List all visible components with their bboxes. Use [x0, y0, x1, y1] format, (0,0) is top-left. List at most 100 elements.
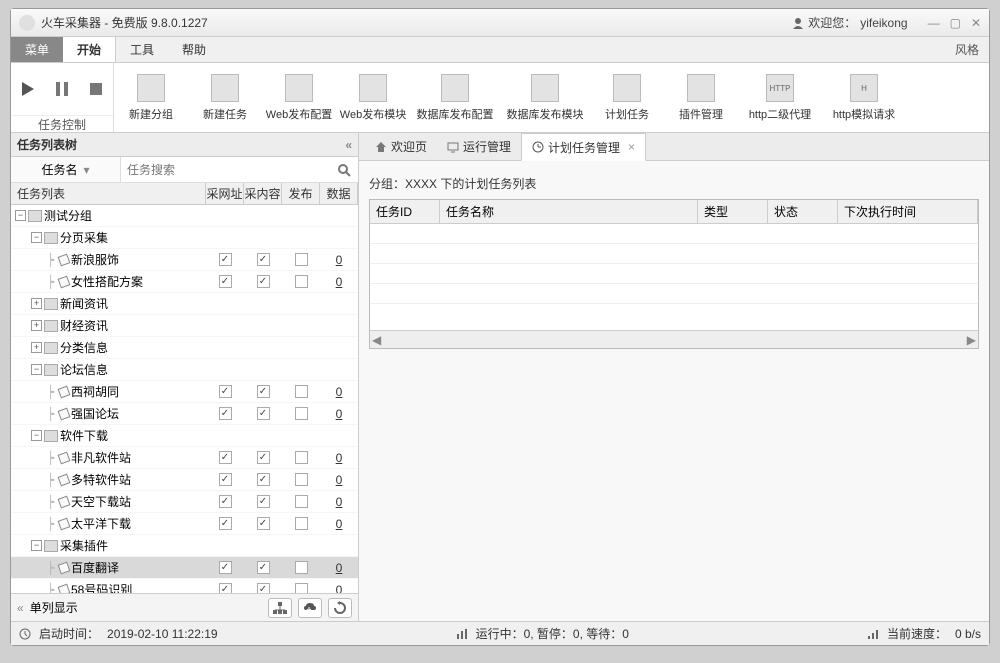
- tree-row[interactable]: −采集插件: [11, 535, 358, 557]
- grid-col-type[interactable]: 类型: [698, 200, 768, 223]
- play-button[interactable]: [11, 63, 45, 115]
- checkbox[interactable]: [295, 253, 308, 266]
- plan-task-button[interactable]: 计划任务: [590, 63, 664, 133]
- checkbox[interactable]: [295, 407, 308, 420]
- checkbox[interactable]: ✓: [257, 495, 270, 508]
- data-count-link[interactable]: 0: [336, 517, 343, 531]
- web-publish-config-button[interactable]: Web发布配置: [262, 63, 336, 133]
- menu-app[interactable]: 菜单: [11, 37, 63, 62]
- http-proxy-button[interactable]: HTTPhttp二级代理: [738, 63, 822, 133]
- http-simulate-button[interactable]: Hhttp模拟请求: [822, 63, 906, 133]
- tree-toggle[interactable]: +: [31, 342, 42, 353]
- checkbox[interactable]: ✓: [257, 385, 270, 398]
- checkbox[interactable]: ✓: [219, 275, 232, 288]
- close-button[interactable]: ✕: [971, 16, 981, 30]
- tab-welcome[interactable]: 欢迎页: [365, 133, 437, 160]
- checkbox[interactable]: ✓: [219, 407, 232, 420]
- checkbox[interactable]: [295, 583, 308, 593]
- data-count-link[interactable]: 0: [336, 275, 343, 289]
- tree-row[interactable]: ┝百度翻译✓✓0: [11, 557, 358, 579]
- new-task-button[interactable]: 新建任务: [188, 63, 262, 133]
- checkbox[interactable]: [295, 385, 308, 398]
- tab-plan-mgmt[interactable]: 计划任务管理 ×: [521, 133, 646, 161]
- checkbox[interactable]: ✓: [219, 561, 232, 574]
- data-count-link[interactable]: 0: [336, 561, 343, 575]
- tree-toggle[interactable]: −: [31, 540, 42, 551]
- data-count-link[interactable]: 0: [336, 253, 343, 267]
- checkbox[interactable]: [295, 451, 308, 464]
- checkbox[interactable]: ✓: [257, 517, 270, 530]
- db-publish-module-button[interactable]: 数据库发布模块: [500, 63, 590, 133]
- tree-row[interactable]: −分页采集: [11, 227, 358, 249]
- search-type-combo[interactable]: 任务名: [11, 157, 121, 182]
- checkbox[interactable]: ✓: [257, 407, 270, 420]
- checkbox[interactable]: ✓: [257, 253, 270, 266]
- task-tree[interactable]: −测试分组−分页采集┝新浪服饰✓✓0┝女性搭配方案✓✓0+新闻资讯+财经资讯+分…: [11, 205, 358, 593]
- checkbox[interactable]: ✓: [257, 583, 270, 593]
- menu-tools[interactable]: 工具: [116, 37, 168, 62]
- checkbox[interactable]: ✓: [219, 385, 232, 398]
- data-count-link[interactable]: 0: [336, 495, 343, 509]
- data-count-link[interactable]: 0: [336, 583, 343, 594]
- checkbox[interactable]: [295, 495, 308, 508]
- checkbox[interactable]: ✓: [219, 253, 232, 266]
- tree-toggle[interactable]: −: [15, 210, 26, 221]
- expand-sidebar-button[interactable]: «: [17, 601, 24, 615]
- tree-row[interactable]: −软件下载: [11, 425, 358, 447]
- data-count-link[interactable]: 0: [336, 407, 343, 421]
- stop-button[interactable]: [79, 63, 113, 115]
- cloud-download-button[interactable]: [298, 598, 322, 618]
- maximize-button[interactable]: ▢: [950, 16, 961, 30]
- tree-row[interactable]: ┝新浪服饰✓✓0: [11, 249, 358, 271]
- data-count-link[interactable]: 0: [336, 473, 343, 487]
- db-publish-config-button[interactable]: 数据库发布配置: [410, 63, 500, 133]
- checkbox[interactable]: [295, 275, 308, 288]
- menu-help[interactable]: 帮助: [168, 37, 220, 62]
- search-input[interactable]: [121, 157, 330, 182]
- grid-col-nextrun[interactable]: 下次执行时间: [838, 200, 978, 223]
- tree-row[interactable]: +新闻资讯: [11, 293, 358, 315]
- col-url[interactable]: 采网址: [206, 183, 244, 204]
- pause-button[interactable]: [45, 63, 79, 115]
- search-button[interactable]: [330, 157, 358, 182]
- menu-start[interactable]: 开始: [63, 37, 116, 62]
- checkbox[interactable]: ✓: [257, 561, 270, 574]
- tree-row[interactable]: ┝强国论坛✓✓0: [11, 403, 358, 425]
- checkbox[interactable]: [295, 517, 308, 530]
- grid-col-status[interactable]: 状态: [768, 200, 838, 223]
- tree-toggle[interactable]: +: [31, 320, 42, 331]
- checkbox[interactable]: ✓: [219, 583, 232, 593]
- tree-row[interactable]: ┝天空下载站✓✓0: [11, 491, 358, 513]
- col-publish[interactable]: 发布: [282, 183, 320, 204]
- checkbox[interactable]: ✓: [257, 451, 270, 464]
- grid-col-name[interactable]: 任务名称: [440, 200, 698, 223]
- tree-toggle[interactable]: +: [31, 298, 42, 309]
- col-name[interactable]: 任务列表: [11, 183, 206, 204]
- tree-row[interactable]: +财经资讯: [11, 315, 358, 337]
- refresh-button[interactable]: [328, 598, 352, 618]
- checkbox[interactable]: ✓: [257, 275, 270, 288]
- checkbox[interactable]: ✓: [219, 451, 232, 464]
- tree-row[interactable]: ┝女性搭配方案✓✓0: [11, 271, 358, 293]
- tree-toggle[interactable]: −: [31, 232, 42, 243]
- new-group-button[interactable]: 新建分组: [114, 63, 188, 133]
- checkbox[interactable]: ✓: [257, 473, 270, 486]
- tree-row[interactable]: ┝西祠胡同✓✓0: [11, 381, 358, 403]
- col-content[interactable]: 采内容: [244, 183, 282, 204]
- tree-row[interactable]: −论坛信息: [11, 359, 358, 381]
- tab-run-mgmt[interactable]: 运行管理: [437, 133, 521, 160]
- menu-style[interactable]: 风格: [945, 37, 989, 62]
- tree-row[interactable]: +分类信息: [11, 337, 358, 359]
- tree-row[interactable]: ┝58号码识别✓✓0: [11, 579, 358, 593]
- tree-row[interactable]: ┝太平洋下载✓✓0: [11, 513, 358, 535]
- grid-hscrollbar[interactable]: ◀▶: [370, 330, 978, 348]
- grid-col-id[interactable]: 任务ID: [370, 200, 440, 223]
- plugin-mgmt-button[interactable]: 插件管理: [664, 63, 738, 133]
- checkbox[interactable]: [295, 473, 308, 486]
- plan-task-grid[interactable]: 任务ID 任务名称 类型 状态 下次执行时间 ◀▶: [369, 199, 979, 349]
- tree-row[interactable]: ┝多特软件站✓✓0: [11, 469, 358, 491]
- checkbox[interactable]: ✓: [219, 495, 232, 508]
- tree-row[interactable]: ┝非凡软件站✓✓0: [11, 447, 358, 469]
- tree-toggle[interactable]: −: [31, 364, 42, 375]
- tree-toggle[interactable]: −: [31, 430, 42, 441]
